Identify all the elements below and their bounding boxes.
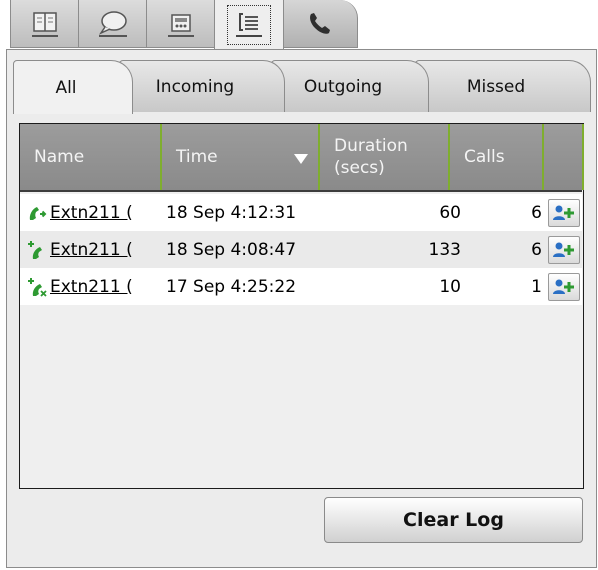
voicemail-icon	[168, 13, 194, 37]
column-header-calls[interactable]: Calls	[450, 124, 544, 190]
call-count: 6	[531, 239, 542, 260]
phone-icon	[310, 12, 330, 34]
tab-all-label: All	[55, 77, 77, 98]
contact-name-link[interactable]: Extn211 (	[50, 194, 164, 231]
call-filter-tabs: Missed Outgoing Incoming All	[13, 60, 591, 114]
column-header-action	[544, 124, 584, 190]
column-header-time[interactable]: Time	[162, 124, 320, 190]
incoming-call-icon	[29, 207, 47, 220]
column-header-duration[interactable]: Duration (secs)	[320, 124, 450, 190]
call-log-icon	[236, 12, 262, 37]
call-duration: 60	[439, 202, 461, 223]
tab-incoming-label: Incoming	[155, 76, 235, 97]
call-duration: 10	[439, 276, 461, 297]
add-contact-icon	[553, 205, 574, 220]
address-book-icon	[32, 11, 58, 37]
tab-dialer[interactable]	[282, 0, 358, 48]
add-contact-icon	[553, 242, 574, 257]
call-log-table: Name Time Duration (secs) Calls Extn211 …	[19, 123, 584, 489]
tab-messages[interactable]	[78, 0, 148, 48]
tab-call-log[interactable]	[214, 0, 284, 50]
tab-missed-label: Missed	[466, 76, 526, 97]
tab-all[interactable]: All	[13, 60, 133, 114]
column-header-name[interactable]: Name	[20, 124, 162, 190]
column-header-name-label: Name	[34, 147, 85, 167]
column-header-time-label: Time	[176, 147, 218, 167]
tab-outgoing[interactable]: Outgoing	[271, 60, 429, 112]
clear-log-button[interactable]: Clear Log	[324, 497, 583, 543]
call-count: 1	[531, 276, 542, 297]
add-contact-icon	[553, 279, 574, 294]
top-tab-bar	[10, 0, 370, 50]
table-row[interactable]: Extn211 ( 18 Sep 4:08:47 133 6	[20, 231, 582, 268]
tab-contacts[interactable]	[10, 0, 80, 48]
outgoing-call-icon	[28, 241, 42, 259]
table-header: Name Time Duration (secs) Calls	[20, 124, 584, 192]
tab-outgoing-label: Outgoing	[303, 76, 383, 97]
call-log-panel: Missed Outgoing Incoming All Name Time D…	[6, 49, 597, 568]
column-header-duration-label: Duration	[334, 136, 408, 156]
chat-bubble-icon	[98, 10, 127, 37]
tab-voicemail[interactable]	[146, 0, 216, 48]
contact-name-link[interactable]: Extn211 (	[50, 231, 164, 268]
add-contact-button[interactable]	[548, 236, 580, 264]
call-count: 6	[531, 202, 542, 223]
missed-call-icon	[28, 278, 47, 297]
table-row[interactable]: Extn211 ( 17 Sep 4:25:22 10 1	[20, 268, 582, 305]
sort-descending-icon	[294, 154, 308, 164]
call-duration: 133	[428, 239, 461, 260]
tab-incoming[interactable]: Incoming	[119, 60, 285, 112]
column-header-duration-unit: (secs)	[334, 158, 385, 178]
table-row[interactable]: Extn211 ( 18 Sep 4:12:31 60 6	[20, 194, 582, 231]
call-time: 18 Sep 4:08:47	[166, 239, 297, 260]
add-contact-button[interactable]	[548, 273, 580, 301]
call-time: 18 Sep 4:12:31	[166, 202, 297, 223]
column-header-calls-label: Calls	[464, 147, 505, 167]
add-contact-button[interactable]	[548, 199, 580, 227]
tab-missed[interactable]: Missed	[415, 60, 591, 112]
contact-name-link[interactable]: Extn211 (	[50, 268, 164, 305]
call-time: 17 Sep 4:25:22	[166, 276, 297, 297]
